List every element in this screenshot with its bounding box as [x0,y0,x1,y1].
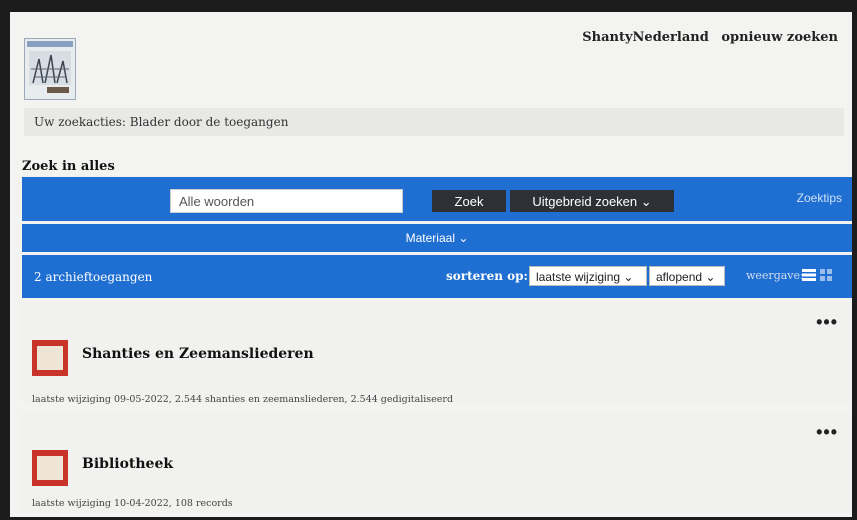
result-count: 2 archieftoegangen [34,270,153,284]
item-menu-icon[interactable]: ••• [816,312,838,333]
item-menu-icon[interactable]: ••• [816,422,838,443]
search-tips-link[interactable]: Zoektips [797,191,842,205]
search-button[interactable]: Zoek [432,190,506,212]
item-title[interactable]: Shanties en Zeemansliederen [82,346,314,362]
sort-field-select[interactable]: laatste wijziging ⌄ [529,266,647,286]
sort-label: sorteren op: [446,269,528,283]
list-item: ••• Bibliotheek laatste wijziging 10-04-… [22,412,852,512]
view-label: weergave: [746,269,804,282]
top-navigation: ShantyNederland opnieuw zoeken [574,30,838,45]
material-filter[interactable]: Materiaal ⌄ [22,224,852,252]
list-view-icon[interactable] [802,269,816,281]
search-bar: Zoek Uitgebreid zoeken ⌄ Zoektips [22,177,852,221]
site-logo[interactable] [24,38,76,100]
browser-viewport: ShantyNederland opnieuw zoeken Uw zoekac… [10,12,852,517]
search-input[interactable] [170,189,403,213]
material-filter-label: Materiaal ⌄ [405,231,469,245]
item-meta: laatste wijziging 10-04-2022, 108 record… [32,498,233,509]
list-item: ••• Shanties en Zeemansliederen laatste … [22,302,852,405]
nav-link-shantynederland[interactable]: ShantyNederland [582,30,709,45]
results-bar: 2 archieftoegangen sorteren op: laatste … [22,255,852,298]
item-title[interactable]: Bibliotheek [82,456,173,472]
item-meta: laatste wijziging 09-05-2022, 2.544 shan… [32,394,454,405]
grid-view-icon[interactable] [820,269,832,281]
sort-order-select[interactable]: aflopend ⌄ [649,266,725,286]
item-thumbnail[interactable] [32,340,68,376]
nav-link-new-search[interactable]: opnieuw zoeken [721,30,838,45]
advanced-search-button[interactable]: Uitgebreid zoeken ⌄ [510,190,674,212]
item-thumbnail[interactable] [32,450,68,486]
logo-illustration-icon [27,41,73,93]
search-section-title: Zoek in alles [22,159,115,174]
breadcrumb: Uw zoekacties: Blader door de toegangen [24,108,844,136]
